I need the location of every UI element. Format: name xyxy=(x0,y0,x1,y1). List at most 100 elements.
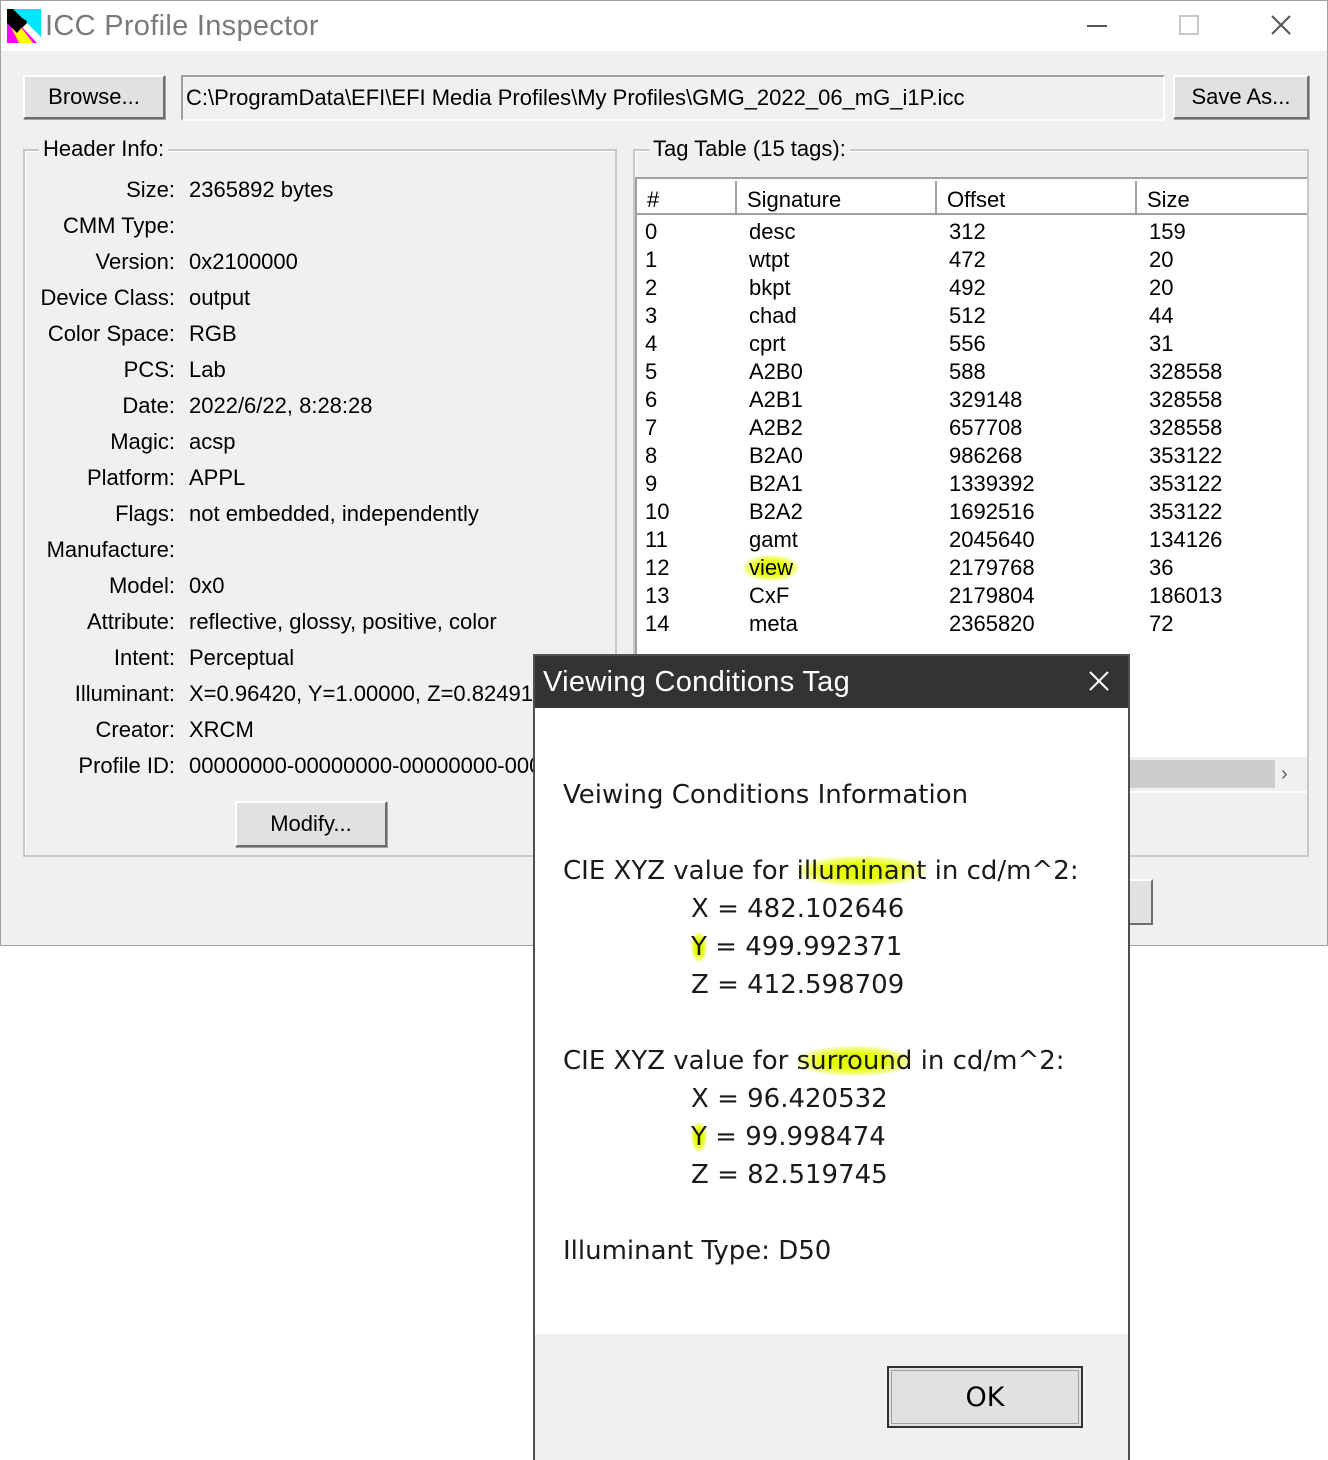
tag-size: 20 xyxy=(1149,275,1174,300)
header-info-label: Platform: xyxy=(86,465,175,490)
tag-signature: meta xyxy=(749,611,798,636)
header-info-value: 0x0 xyxy=(189,573,225,598)
tag-number: 3 xyxy=(645,303,658,328)
header-info-label: Intent: xyxy=(113,645,175,670)
tag-offset: 2179768 xyxy=(949,555,1035,580)
table-row[interactable]: 9 B2A1 1339392 353122 xyxy=(637,471,1307,499)
tag-signature: B2A0 xyxy=(749,443,803,468)
tag-offset: 2179804 xyxy=(949,583,1035,608)
scroll-right-icon[interactable]: › xyxy=(1281,763,1288,786)
tag-offset: 556 xyxy=(949,331,986,356)
maximize-icon[interactable] xyxy=(1159,5,1219,47)
table-row[interactable]: 11 gamt 2045640 134126 xyxy=(637,527,1307,555)
tag-signature: gamt xyxy=(749,527,798,552)
tag-signature: B2A1 xyxy=(749,471,803,496)
tag-number: 0 xyxy=(645,219,658,244)
dialog-close-icon[interactable] xyxy=(1084,666,1114,696)
header-info-row: Attribute: reflective, glossy, positive, … xyxy=(25,609,615,639)
tag-number: 12 xyxy=(645,555,670,580)
illuminant-type: Illuminant Type: D50 xyxy=(563,1236,832,1266)
surround-z: Z = 82.519745 xyxy=(691,1160,888,1190)
table-row[interactable]: 8 B2A0 986268 353122 xyxy=(637,443,1307,471)
save-as-button[interactable]: Save As... xyxy=(1173,75,1309,119)
header-info-value: 00000000-00000000-00000000-0000 xyxy=(189,753,554,778)
header-info-label: Date: xyxy=(122,393,175,418)
tag-number: 9 xyxy=(645,471,658,496)
tag-number: 8 xyxy=(645,443,658,468)
header-info-label: Profile ID: xyxy=(78,753,175,778)
partially-hidden-button[interactable] xyxy=(1127,879,1153,925)
header-info-value: 0x2100000 xyxy=(189,249,298,274)
header-info-row: Device Class: output xyxy=(25,285,615,315)
tag-signature: view xyxy=(743,555,800,581)
tag-number: 7 xyxy=(645,415,658,440)
table-row[interactable]: 14 meta 2365820 72 xyxy=(637,611,1307,639)
header-info-value: 2022/6/22, 8:28:28 xyxy=(189,393,373,418)
illuminant-y-letter: Y xyxy=(691,932,707,962)
tag-offset: 329148 xyxy=(949,387,1023,412)
tag-offset: 657708 xyxy=(949,415,1023,440)
header-info-row: Creator: XRCM xyxy=(25,717,615,747)
illuminant-x: X = 482.102646 xyxy=(691,894,905,924)
header-info-row: Platform: APPL xyxy=(25,465,615,495)
column-header-size[interactable]: Size xyxy=(1137,181,1307,215)
minimize-icon[interactable] xyxy=(1067,5,1127,47)
header-info-value: APPL xyxy=(189,465,246,490)
tag-signature: bkpt xyxy=(749,275,791,300)
column-header-signature[interactable]: Signature xyxy=(737,181,937,215)
header-info-label: Creator: xyxy=(95,717,175,742)
header-info-label: Size: xyxy=(126,177,175,202)
table-row[interactable]: 1 wtpt 472 20 xyxy=(637,247,1307,275)
header-info-row: Profile ID: 00000000-00000000-00000000-00… xyxy=(25,753,615,783)
close-icon[interactable] xyxy=(1251,5,1311,47)
table-row[interactable]: 0 desc 312 159 xyxy=(637,219,1307,247)
table-row[interactable]: 10 B2A2 1692516 353122 xyxy=(637,499,1307,527)
dialog-title: Viewing Conditions Tag xyxy=(543,666,851,698)
tag-signature: A2B1 xyxy=(749,387,803,412)
header-info-label: Magic: xyxy=(110,429,175,454)
tag-size: 31 xyxy=(1149,331,1174,356)
header-info-value: output xyxy=(189,285,251,310)
header-info-label: Flags: xyxy=(115,501,175,526)
table-row[interactable]: 13 CxF 2179804 186013 xyxy=(637,583,1307,611)
tag-size: 20 xyxy=(1149,247,1174,272)
modify-button[interactable]: Modify... xyxy=(235,801,387,847)
ok-button[interactable]: OK xyxy=(887,1366,1083,1428)
header-info-row: CMM Type: xyxy=(25,213,615,243)
tag-size: 328558 xyxy=(1149,415,1223,440)
header-info-value: acsp xyxy=(189,429,236,454)
header-info-row: Size: 2365892 bytes xyxy=(25,177,615,207)
header-info-row: PCS: Lab xyxy=(25,357,615,387)
surround-caption-prefix: CIE XYZ value for xyxy=(563,1046,797,1076)
table-row[interactable]: 7 A2B2 657708 328558 xyxy=(637,415,1307,443)
header-info-label: Manufacture: xyxy=(46,537,175,562)
tag-number: 4 xyxy=(645,331,658,356)
title-bar[interactable]: ICC Profile Inspector xyxy=(1,1,1327,51)
header-info-label: CMM Type: xyxy=(62,213,175,238)
table-row[interactable]: 2 bkpt 492 20 xyxy=(637,275,1307,303)
surround-y-value: = 99.998474 xyxy=(706,1122,886,1152)
tag-number: 5 xyxy=(645,359,658,384)
illuminant-y: Y = 499.992371 xyxy=(691,932,902,962)
dialog-title-bar[interactable]: Viewing Conditions Tag xyxy=(535,656,1128,708)
tag-signature: wtpt xyxy=(749,247,790,272)
window-title: ICC Profile Inspector xyxy=(45,10,319,42)
table-row[interactable]: 4 cprt 556 31 xyxy=(637,331,1307,359)
file-path-field[interactable]: C:\ProgramData\EFI\EFI Media Profiles\My… xyxy=(181,75,1165,121)
surround-caption-suffix: in cd/m^2: xyxy=(912,1046,1065,1076)
illuminant-z: Z = 412.598709 xyxy=(691,970,905,1000)
table-row[interactable]: 12 view 2179768 36 xyxy=(637,555,1307,583)
tag-offset: 312 xyxy=(949,219,986,244)
tag-signature: cprt xyxy=(749,331,786,356)
table-row[interactable]: 5 A2B0 588 328558 xyxy=(637,359,1307,387)
browse-button[interactable]: Browse... xyxy=(23,75,165,119)
column-header-offset[interactable]: Offset xyxy=(937,181,1137,215)
surround-y-letter: Y xyxy=(691,1122,707,1152)
column-header-number[interactable]: # xyxy=(637,181,737,215)
tag-offset: 2045640 xyxy=(949,527,1035,552)
tag-offset: 1692516 xyxy=(949,499,1035,524)
tag-offset: 588 xyxy=(949,359,986,384)
viewing-conditions-dialog: Viewing Conditions Tag Veiwing Condition… xyxy=(533,654,1130,1460)
table-row[interactable]: 3 chad 512 44 xyxy=(637,303,1307,331)
table-row[interactable]: 6 A2B1 329148 328558 xyxy=(637,387,1307,415)
